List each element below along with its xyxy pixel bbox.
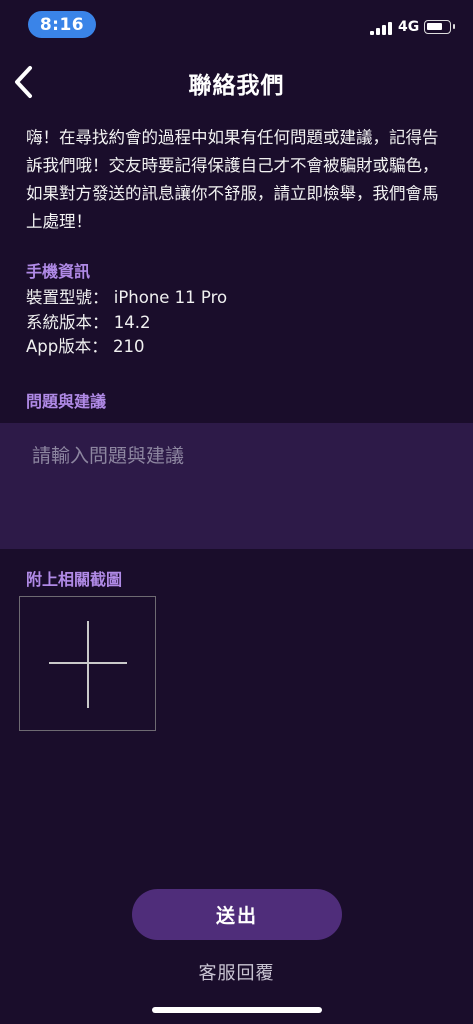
intro-text: 嗨！在尋找約會的過程中如果有任何問題或建議，記得告訴我們哦！交友時要記得保護自己…: [26, 128, 439, 231]
feedback-input-container: [0, 423, 473, 549]
submit-button[interactable]: 送出: [132, 889, 342, 940]
page-title: 聯絡我們: [188, 73, 285, 99]
status-time: 8:16: [28, 11, 96, 38]
customer-service-reply-link[interactable]: 客服回覆: [0, 959, 473, 985]
network-type: 4G: [398, 19, 420, 35]
device-info-heading: 手機資訊: [26, 262, 91, 281]
feedback-input[interactable]: [0, 423, 473, 549]
add-screenshot-button[interactable]: [19, 596, 156, 731]
signal-icon: [370, 21, 392, 35]
nav-bar: 聯絡我們: [0, 56, 473, 106]
status-bar: 8:16 4G: [0, 0, 473, 48]
feedback-heading: 問題與建議: [26, 392, 107, 411]
contact-us-screen: 8:16 4G 聯絡我們 嗨！在尋找約會的過程中如果有任何問題或建議，記得告訴我…: [0, 0, 473, 1024]
attachment-heading: 附上相關截圖: [26, 570, 123, 589]
os-version: 系統版本： 14.2: [26, 313, 151, 332]
battery-icon: [424, 20, 455, 34]
home-indicator: [152, 1007, 322, 1013]
app-version: App版本： 210: [26, 337, 145, 356]
device-model: 裝置型號： iPhone 11 Pro: [26, 288, 228, 307]
